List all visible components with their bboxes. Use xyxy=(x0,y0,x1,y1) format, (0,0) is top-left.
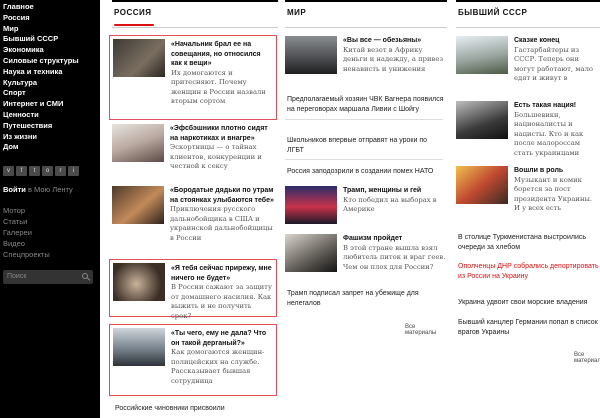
search-icon[interactable] xyxy=(82,273,88,280)
story-thumbnail[interactable] xyxy=(285,234,337,272)
divider xyxy=(285,159,443,160)
story-lead: Как домогаются женщин-полицейских на слу… xyxy=(171,348,265,385)
story-russia-3[interactable]: «Бородатые дядьки по утрам на стоянках у… xyxy=(112,186,278,254)
login-link[interactable]: Войти в Мою Ленту xyxy=(3,185,100,195)
nav-item-travel[interactable]: Путешествия xyxy=(3,121,100,132)
headline-link[interactable]: Школьников впервые отправят на уроки по … xyxy=(287,136,445,155)
nav-item-former-ussr[interactable]: Бывший СССР xyxy=(3,34,100,45)
search-input[interactable]: Поиск xyxy=(3,270,93,285)
story-russia-2[interactable]: «Эфсбэшники плотно сидят на наркотиках и… xyxy=(112,124,278,182)
story-lead: Китай везет в Африку деньги и надежду, а… xyxy=(343,45,444,73)
story-russia-5[interactable]: «Ты чего, ему не дала? Что он такой дерг… xyxy=(109,324,277,396)
story-title[interactable]: Сказке конец xyxy=(514,36,600,46)
story-title[interactable]: Есть такая нация! xyxy=(514,101,600,111)
nav-item-russia[interactable]: Россия xyxy=(3,13,100,24)
story-thumbnail[interactable] xyxy=(456,101,508,139)
story-lead: Гастарбайтеры из СССР. Теперь они могут … xyxy=(514,45,594,83)
sec-item-articles[interactable]: Статьи xyxy=(3,216,100,227)
story-ussr-3[interactable]: Вошли в роль Музыкант и комик борется за… xyxy=(456,166,600,216)
headline-link-highlighted[interactable]: Ополченцы ДНР собрались депортировать из… xyxy=(458,262,600,281)
more-link[interactable]: Все материалы xyxy=(405,324,447,336)
story-thumbnail[interactable] xyxy=(456,166,508,204)
story-lead: Приключения русского дальнобойщика в США… xyxy=(170,205,273,242)
nav-item-main[interactable]: Главное xyxy=(3,2,100,13)
search-placeholder: Поиск xyxy=(7,273,27,281)
headline-link[interactable]: Бывший канцлер Германии попал в список в… xyxy=(458,318,600,337)
headline-link[interactable]: Российские чиновники присвоили xyxy=(115,404,275,414)
story-world-2[interactable]: Трамп, женщины и гей Кто победил на выбо… xyxy=(285,186,447,226)
story-title[interactable]: Фашизм пройдет xyxy=(343,234,447,244)
sidebar: Главное Россия Мир Бывший СССР Экономика… xyxy=(0,0,100,418)
story-title[interactable]: Трамп, женщины и гей xyxy=(343,186,447,196)
headline-link[interactable]: Украина удвоит свои морские владения xyxy=(458,298,600,308)
nav-item-sport[interactable]: Спорт xyxy=(3,88,100,99)
story-lead: Музыкант и комик борется за пост президе… xyxy=(514,175,593,213)
column-heading-world[interactable]: Мир xyxy=(285,0,447,28)
story-title[interactable]: «Вы все — обезьяны» xyxy=(343,36,447,46)
sec-item-galleries[interactable]: Галереи xyxy=(3,227,100,238)
headline-link[interactable]: Трамп подписал запрет на убежище для нел… xyxy=(287,289,445,308)
story-ussr-2[interactable]: Есть такая нация! Большевики, националис… xyxy=(456,101,600,157)
instagram-icon[interactable]: i xyxy=(68,166,79,177)
main-nav: Главное Россия Мир Бывший СССР Экономика… xyxy=(3,2,100,153)
story-thumbnail[interactable] xyxy=(285,36,337,74)
nav-item-security[interactable]: Силовые структуры xyxy=(3,56,100,67)
story-russia-4[interactable]: «Я тебя сейчас прирежу, мне ничего не бу… xyxy=(109,259,277,320)
headline-link[interactable]: В столице Туркменистана выстроились очер… xyxy=(458,233,600,252)
facebook-icon[interactable]: f xyxy=(16,166,27,177)
social-links: v f t o r i xyxy=(3,166,100,177)
story-lead: Кто победил на выборах в Америке xyxy=(343,195,437,214)
story-thumbnail[interactable] xyxy=(112,124,164,162)
story-title[interactable]: «Я тебя сейчас прирежу, мне ничего не бу… xyxy=(171,264,273,283)
story-thumbnail[interactable] xyxy=(113,328,165,366)
more-link[interactable]: Все материалы xyxy=(574,352,600,364)
story-title[interactable]: «Начальник брал ее на совещания, но отно… xyxy=(171,40,273,69)
heading-underline-annotation xyxy=(114,24,154,26)
column-russia: Россия «Начальник брал ее на совещания, … xyxy=(109,0,278,418)
story-thumbnail[interactable] xyxy=(285,186,337,224)
nav-item-life[interactable]: Из жизни xyxy=(3,132,100,143)
story-world-1[interactable]: «Вы все — обезьяны» Китай везет в Африку… xyxy=(285,36,447,80)
story-lead: Большевики, националисты и нацисты. Кто … xyxy=(514,110,584,157)
story-thumbnail[interactable] xyxy=(456,36,508,74)
sec-item-motor[interactable]: Мотор xyxy=(3,205,100,216)
story-lead: В этой стране вышла взял любитель питок … xyxy=(343,243,446,271)
column-heading-former-ussr[interactable]: Бывший СССР xyxy=(456,0,600,28)
story-thumbnail[interactable] xyxy=(113,39,165,77)
story-russia-1[interactable]: «Начальник брал ее на совещания, но отно… xyxy=(109,35,277,120)
login-label: Войти xyxy=(3,185,26,195)
nav-item-world[interactable]: Мир xyxy=(3,24,100,35)
sec-item-video[interactable]: Видео xyxy=(3,238,100,249)
story-thumbnail[interactable] xyxy=(112,186,164,224)
story-lead: Эскортницы — о тайнах клиентов, конкурен… xyxy=(170,143,262,170)
story-title[interactable]: «Ты чего, ему не дала? Что он такой дерг… xyxy=(171,329,273,348)
story-ussr-1[interactable]: Сказке конец Гастарбайтеры из СССР. Тепе… xyxy=(456,36,600,86)
nav-item-science[interactable]: Наука и техника xyxy=(3,67,100,78)
story-lead: Их домогаются и притесняют. Почему женщи… xyxy=(171,68,266,106)
column-world: Мир «Вы все — обезьяны» Китай везет в Аф… xyxy=(285,0,447,418)
story-world-3[interactable]: Фашизм пройдет В этой стране вышла взял … xyxy=(285,234,447,276)
column-former-ussr: Бывший СССР Сказке конец Гастарбайтеры и… xyxy=(456,0,600,418)
story-title[interactable]: «Эфсбэшники плотно сидят на наркотиках и… xyxy=(170,124,276,143)
rss-icon[interactable]: r xyxy=(55,166,66,177)
divider xyxy=(285,119,443,120)
secondary-nav: Мотор Статьи Галереи Видео Спецпроекты xyxy=(3,205,100,260)
story-thumbnail[interactable] xyxy=(113,263,165,301)
twitter-icon[interactable]: t xyxy=(29,166,40,177)
vk-icon[interactable]: v xyxy=(3,166,14,177)
headline-link[interactable]: Россия заподозрили в создании помех НАТО xyxy=(287,167,445,177)
odnoklassniki-icon[interactable]: o xyxy=(42,166,53,177)
story-title[interactable]: «Бородатые дядьки по утрам на стоянках у… xyxy=(170,186,276,205)
nav-item-economy[interactable]: Экономика xyxy=(3,45,100,56)
login-suffix: в Мою Ленту xyxy=(25,185,73,195)
nav-item-media[interactable]: Интернет и СМИ xyxy=(3,99,100,110)
story-lead: В России сажают за защиту от домашнего н… xyxy=(171,283,272,320)
sec-item-specials[interactable]: Спецпроекты xyxy=(3,249,100,260)
headline-link[interactable]: Предполагаемый хозяин ЧВК Вагнера появил… xyxy=(287,95,445,114)
nav-item-culture[interactable]: Культура xyxy=(3,78,100,89)
nav-item-home[interactable]: Дом xyxy=(3,142,100,153)
story-title[interactable]: Вошли в роль xyxy=(514,166,600,176)
nav-item-values[interactable]: Ценности xyxy=(3,110,100,121)
